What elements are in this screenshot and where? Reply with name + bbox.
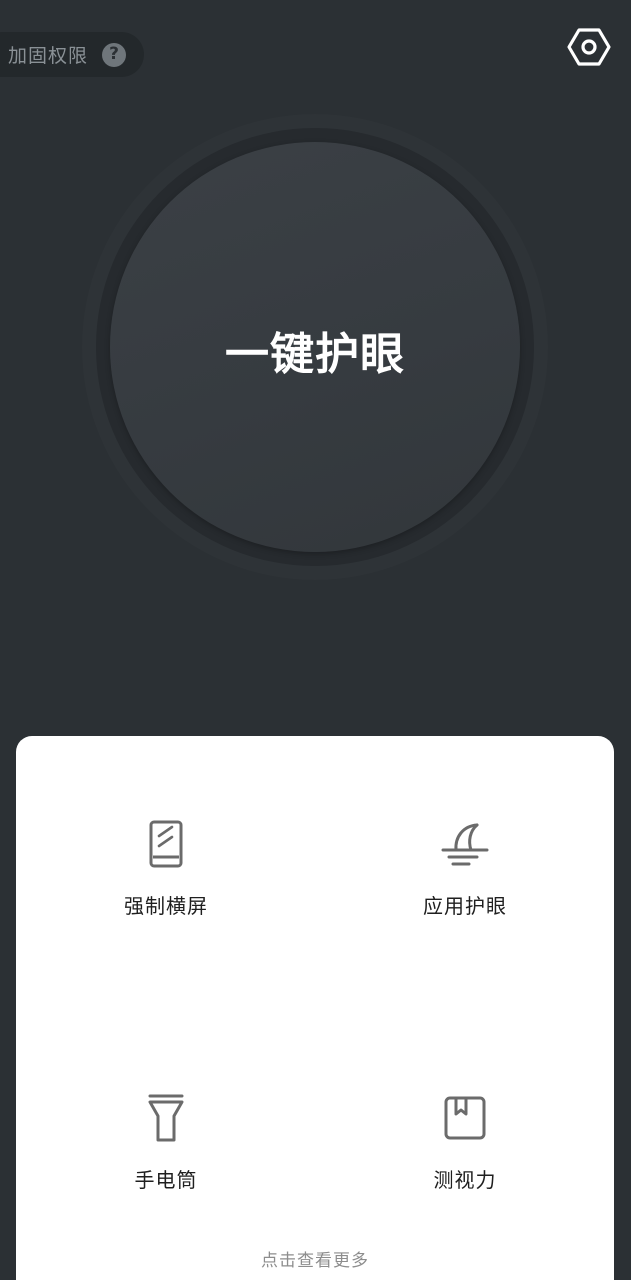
eye-protection-label: 一键护眼	[225, 329, 405, 380]
phone-rotate-icon	[140, 818, 192, 870]
question-circle-icon[interactable]: ?	[102, 42, 127, 67]
hexagon-gear-icon	[567, 28, 611, 66]
tool-label: 强制横屏	[124, 894, 208, 918]
tool-label: 测视力	[433, 1168, 497, 1192]
tool-vision-test[interactable]: 测视力	[365, 1092, 565, 1193]
bookmark-book-icon	[439, 1092, 491, 1144]
settings-button[interactable]	[563, 22, 615, 72]
tool-label: 应用护眼	[423, 894, 507, 918]
tool-app-eye-care[interactable]: 应用护眼	[365, 818, 565, 919]
flashlight-icon	[140, 1092, 192, 1144]
moon-horizon-icon	[439, 818, 491, 870]
tool-flashlight[interactable]: 手电筒	[66, 1092, 266, 1193]
app-screen: 加固权限 ? 一键护眼 强制横屏 应用护眼 手电筒 测视力 点击查看更多	[0, 0, 631, 1280]
permission-label: 加固权限	[8, 45, 89, 67]
permission-pill[interactable]: 加固权限 ?	[0, 32, 145, 77]
view-more-link[interactable]: 点击查看更多	[16, 1246, 614, 1271]
eye-protection-button[interactable]: 一键护眼	[110, 142, 520, 552]
tools-card: 强制横屏 应用护眼 手电筒 测视力 点击查看更多	[16, 736, 614, 1280]
tool-force-landscape[interactable]: 强制横屏	[66, 818, 266, 919]
tool-label: 手电筒	[134, 1168, 198, 1192]
